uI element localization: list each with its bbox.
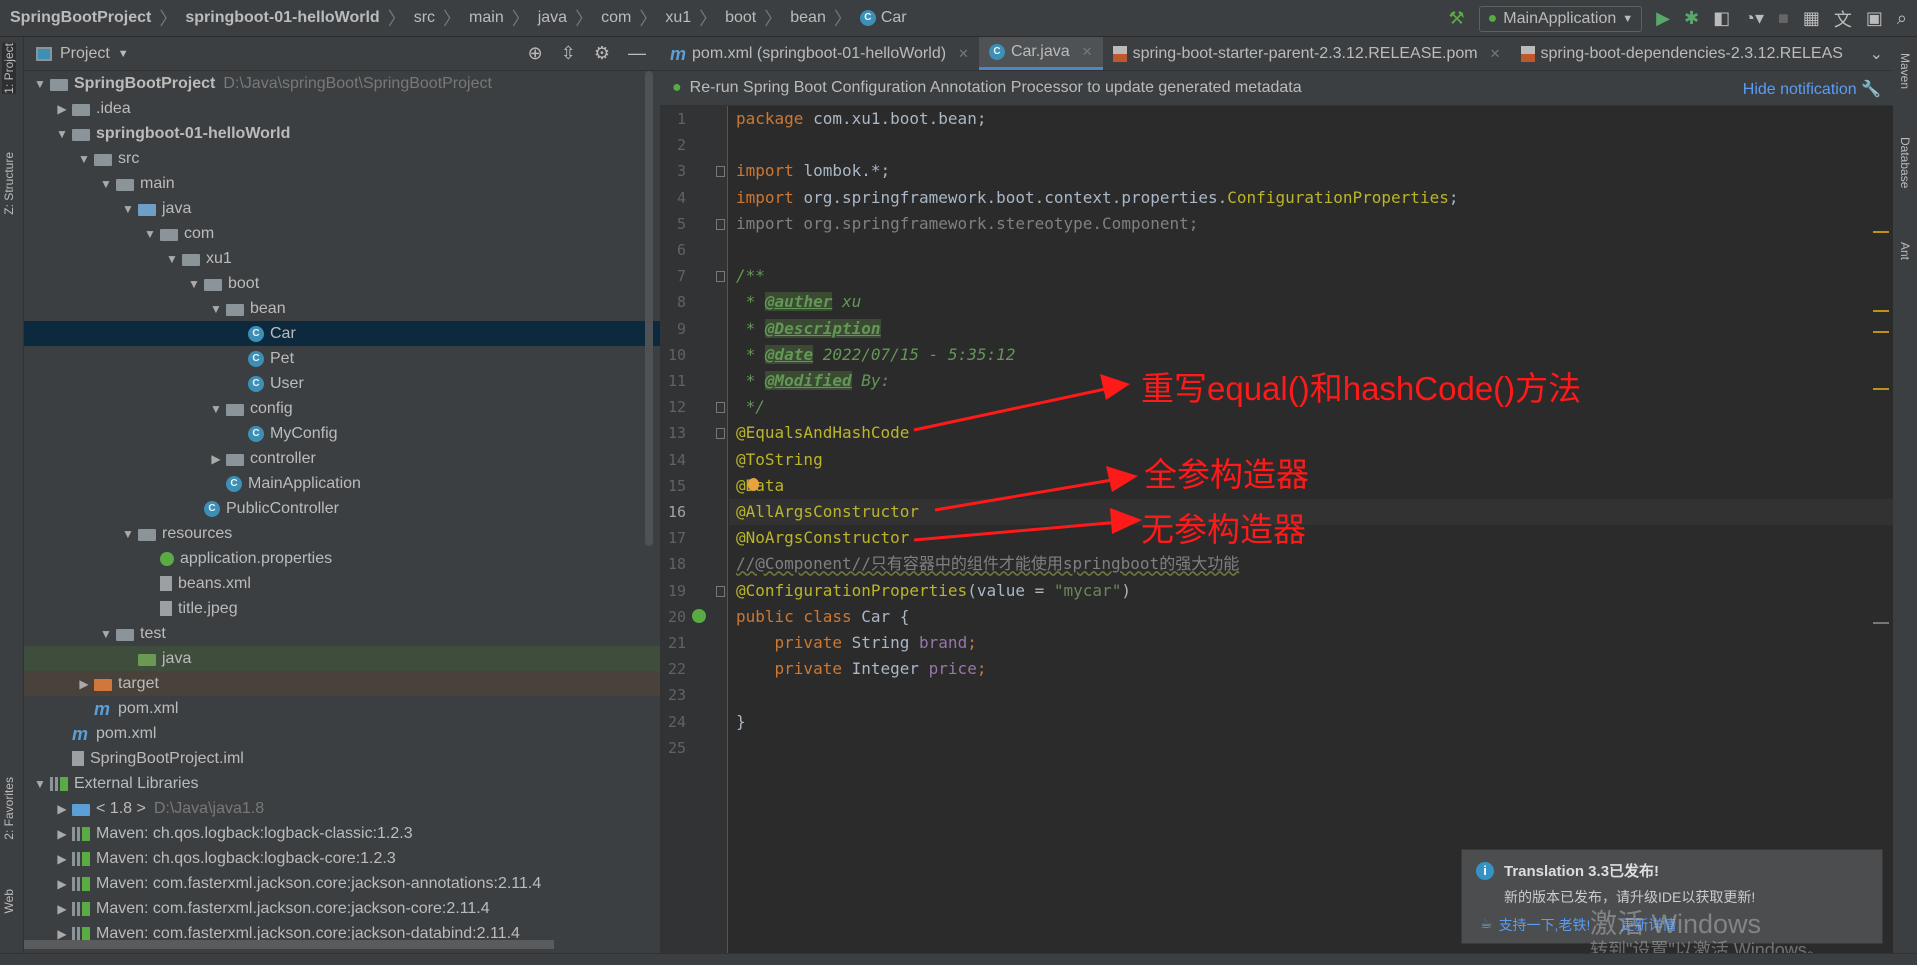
annotation-no-args: 无参构造器 — [1141, 511, 1306, 548]
arrow-equals-head — [1100, 374, 1130, 400]
info-icon: i — [1476, 861, 1494, 880]
status-bar — [0, 953, 1917, 965]
annotation-all-args: 全参构造器 — [1144, 456, 1309, 493]
coffee-icon: ☕ — [1480, 915, 1493, 931]
arrow-all-args — [934, 477, 1119, 512]
arrow-no-args-head — [1110, 508, 1142, 534]
annotation-arrows — [913, 374, 1142, 542]
arrow-equals — [913, 386, 1111, 432]
toast-title: Translation 3.3已发布! — [1504, 863, 1660, 880]
support-link[interactable]: 支持一下,老铁! — [1499, 915, 1591, 935]
arrow-no-args — [913, 520, 1121, 542]
arrow-all-args-head — [1106, 466, 1138, 492]
annotation-equals: 重写equal()和hashCode()方法 — [1141, 370, 1582, 407]
